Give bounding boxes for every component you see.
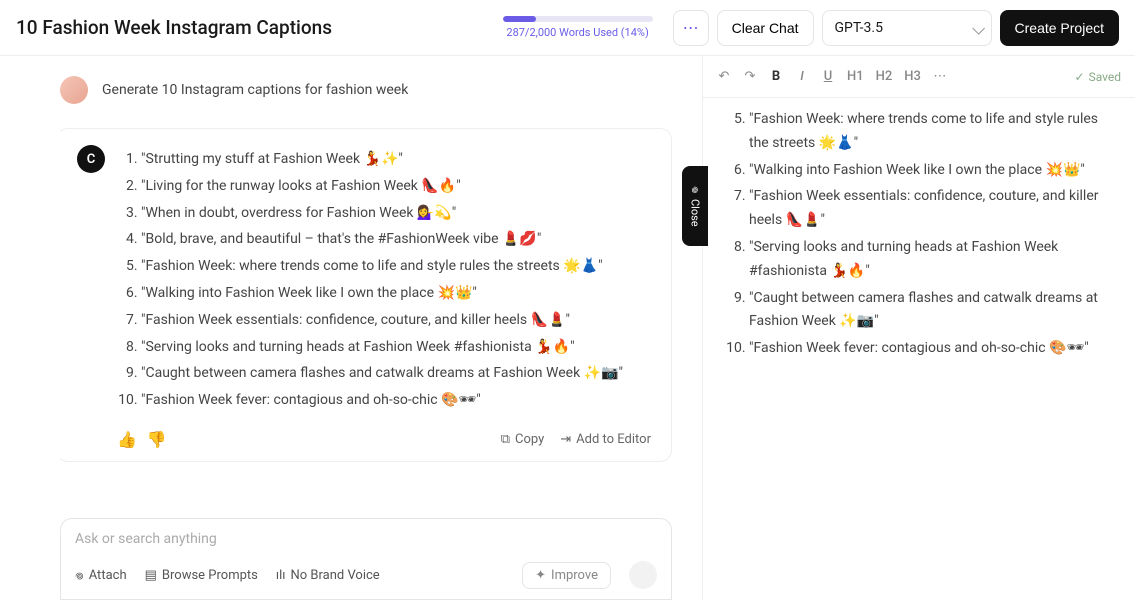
list-item: "Fashion Week fever: contagious and oh-s… xyxy=(141,389,623,413)
improve-icon: ✦ xyxy=(535,568,546,583)
list-item: "Fashion Week essentials: confidence, co… xyxy=(749,185,1113,233)
chat-input[interactable]: Ask or search anything xyxy=(75,531,657,547)
main: Generate 10 Instagram captions for fashi… xyxy=(0,56,1135,600)
italic-button[interactable]: I xyxy=(795,69,809,84)
copy-button[interactable]: ⧉ Copy xyxy=(501,432,545,447)
thumbs-up-icon[interactable]: 👍 xyxy=(117,430,137,449)
page-title: 10 Fashion Week Instagram Captions xyxy=(16,16,503,39)
add-to-editor-icon: ⇥ xyxy=(560,432,571,447)
card-actions: 👍 👎 ⧉ Copy ⇥ Add to Editor xyxy=(77,430,651,449)
list-item: "When in doubt, overdress for Fashion We… xyxy=(141,202,623,226)
model-select-value: GPT-3.5 xyxy=(835,20,883,36)
copy-label: Copy xyxy=(515,432,544,447)
attach-button[interactable]: 𖦹 Attach xyxy=(75,566,127,584)
thumbs-down-icon[interactable]: 👎 xyxy=(147,430,167,449)
clear-chat-button[interactable]: Clear Chat xyxy=(717,10,814,46)
editor-toolbar: ↶ ↷ B I U H1 H2 H3 ⋯ ✓ Saved xyxy=(703,56,1135,98)
header-actions: ⋯ Clear Chat GPT-3.5 Create Project xyxy=(673,10,1119,46)
more-formatting-icon[interactable]: ⋯ xyxy=(933,69,947,84)
browse-icon: ▤ xyxy=(145,568,157,583)
h2-button[interactable]: H2 xyxy=(876,69,893,84)
progress-fill xyxy=(503,16,536,22)
bold-button[interactable]: B xyxy=(769,69,783,84)
list-item: "Caught between camera flashes and catwa… xyxy=(749,287,1113,335)
browse-prompts-label: Browse Prompts xyxy=(162,568,258,583)
close-label: Close xyxy=(689,199,702,227)
bot-message: C "Strutting my stuff at Fashion Week 💃✨… xyxy=(77,145,651,416)
add-to-editor-label: Add to Editor xyxy=(576,432,651,447)
send-button[interactable] xyxy=(629,561,657,589)
brand-voice-button[interactable]: ılı No Brand Voice xyxy=(276,568,380,583)
progress-bar xyxy=(503,16,653,22)
chat-pane: Generate 10 Instagram captions for fashi… xyxy=(0,56,702,600)
chat-scroll[interactable]: Generate 10 Instagram captions for fashi… xyxy=(60,76,672,518)
saved-indicator: ✓ Saved xyxy=(1075,70,1122,84)
browse-prompts-button[interactable]: ▤ Browse Prompts xyxy=(145,568,258,583)
check-icon: ✓ xyxy=(1075,70,1085,84)
list-item: "Fashion Week essentials: confidence, co… xyxy=(141,309,623,333)
editor-pane: ↶ ↷ B I U H1 H2 H3 ⋯ ✓ Saved "Fashion Wee… xyxy=(703,56,1135,600)
copy-actions: ⧉ Copy ⇥ Add to Editor xyxy=(501,432,651,447)
captions-list: "Strutting my stuff at Fashion Week 💃✨" … xyxy=(119,148,623,413)
more-button[interactable]: ⋯ xyxy=(673,10,709,46)
bot-message-body: "Strutting my stuff at Fashion Week 💃✨" … xyxy=(119,145,623,416)
chat-input-box: Ask or search anything 𖦹 Attach ▤ Browse P… xyxy=(60,518,672,600)
list-item: "Serving looks and turning heads at Fash… xyxy=(141,336,623,360)
improve-label: Improve xyxy=(551,568,598,583)
h3-button[interactable]: H3 xyxy=(904,69,921,84)
user-avatar xyxy=(60,76,88,104)
list-item: "Fashion Week fever: contagious and oh-s… xyxy=(749,337,1113,361)
clear-chat-label: Clear Chat xyxy=(732,20,799,36)
saved-label: Saved xyxy=(1089,70,1121,84)
word-usage: 287/2,000 Words Used (14%) xyxy=(503,16,653,39)
model-select[interactable]: GPT-3.5 xyxy=(822,10,992,46)
list-item: "Walking into Fashion Week like I own th… xyxy=(141,282,623,306)
bot-response-card: C "Strutting my stuff at Fashion Week 💃✨… xyxy=(60,128,672,462)
attach-icon: 𖦹 xyxy=(75,566,84,584)
bot-avatar: C xyxy=(77,145,105,173)
ellipsis-icon: ⋯ xyxy=(683,18,699,38)
user-message-text: Generate 10 Instagram captions for fashi… xyxy=(102,76,408,104)
editor-body[interactable]: "Fashion Week: where trends come to life… xyxy=(703,98,1135,374)
list-item: "Bold, brave, and beautiful – that's the… xyxy=(141,228,623,252)
progress-text: 287/2,000 Words Used (14%) xyxy=(506,26,648,39)
list-item: "Living for the runway looks at Fashion … xyxy=(141,175,623,199)
brand-voice-label: No Brand Voice xyxy=(290,568,379,583)
add-to-editor-button[interactable]: ⇥ Add to Editor xyxy=(560,432,651,447)
underline-button[interactable]: U xyxy=(821,69,835,84)
user-message: Generate 10 Instagram captions for fashi… xyxy=(60,76,672,104)
undo-icon[interactable]: ↶ xyxy=(717,69,731,84)
editor-list: "Fashion Week: where trends come to life… xyxy=(725,108,1113,361)
list-item: "Walking into Fashion Week like I own th… xyxy=(749,159,1113,183)
copy-icon: ⧉ xyxy=(501,432,510,447)
h1-button[interactable]: H1 xyxy=(847,69,864,84)
close-editor-tab[interactable]: 𖦹 Close xyxy=(682,166,708,246)
bot-avatar-letter: C xyxy=(87,152,96,167)
redo-icon[interactable]: ↷ xyxy=(743,69,757,84)
link-icon: 𖦹 xyxy=(688,186,703,193)
attach-label: Attach xyxy=(89,568,127,583)
header: 10 Fashion Week Instagram Captions 287/2… xyxy=(0,0,1135,56)
create-project-label: Create Project xyxy=(1015,20,1104,36)
voice-icon: ılı xyxy=(276,568,286,583)
list-item: "Strutting my stuff at Fashion Week 💃✨" xyxy=(141,148,623,172)
list-item: "Caught between camera flashes and catwa… xyxy=(141,362,623,386)
create-project-button[interactable]: Create Project xyxy=(1000,10,1119,46)
list-item: "Serving looks and turning heads at Fash… xyxy=(749,236,1113,284)
chat-input-toolbar: 𖦹 Attach ▤ Browse Prompts ılı No Brand Voic… xyxy=(75,561,657,589)
vote-actions: 👍 👎 xyxy=(117,430,167,449)
list-item: "Fashion Week: where trends come to life… xyxy=(749,108,1113,156)
list-item: "Fashion Week: where trends come to life… xyxy=(141,255,623,279)
improve-button[interactable]: ✦ Improve xyxy=(522,562,611,589)
